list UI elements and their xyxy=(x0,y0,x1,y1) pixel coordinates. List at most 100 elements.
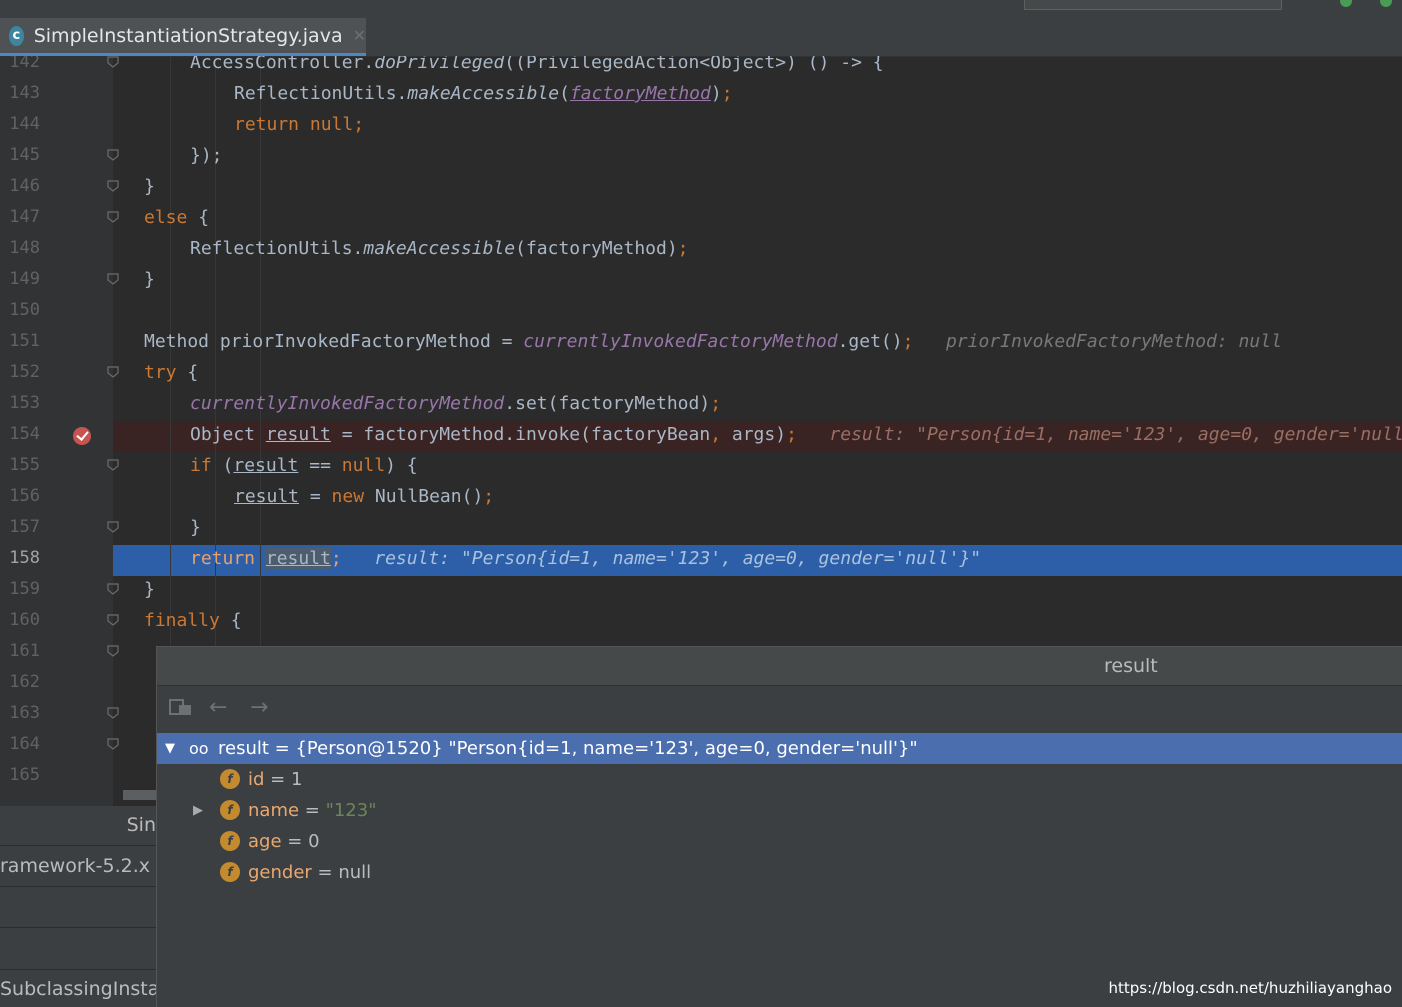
fold-marker-icon[interactable] xyxy=(107,180,119,192)
line-number: 161 xyxy=(9,641,40,661)
debug-icon[interactable] xyxy=(1380,0,1392,7)
code-text: return null; xyxy=(234,109,364,140)
structure-panel: Sin ramework-5.2.x [ SubclassingInstar xyxy=(0,806,156,1007)
fold-marker-icon[interactable] xyxy=(107,56,119,68)
code-token: currentlyInvokedFactoryMethod xyxy=(190,393,505,414)
fold-marker-icon[interactable] xyxy=(107,211,119,223)
code-token: ; xyxy=(902,331,914,352)
popup-title: result xyxy=(1104,655,1158,677)
code-token: else xyxy=(144,207,199,228)
code-text: else { xyxy=(144,202,209,233)
line-number: 142 xyxy=(9,56,40,72)
field-operator: = xyxy=(281,831,309,852)
code-line[interactable]: 155 if (result == null) { xyxy=(0,450,1402,481)
code-token: result xyxy=(265,424,331,445)
code-line[interactable]: 150 xyxy=(0,295,1402,326)
watermark-url: https://blog.csdn.net/huzhiliayanghao xyxy=(1108,979,1392,997)
code-text: } xyxy=(144,264,155,295)
code-line[interactable]: 154 Object result = factoryMethod.invoke(… xyxy=(0,419,1402,450)
code-token: if xyxy=(190,455,223,476)
line-number: 150 xyxy=(9,300,40,320)
root-var-value: = {Person@1520} "Person{id=1, name='123'… xyxy=(274,738,918,759)
code-line[interactable]: 146} xyxy=(0,171,1402,202)
code-token: ; xyxy=(710,393,722,414)
horizontal-scrollbar[interactable] xyxy=(123,790,156,800)
forward-arrow-icon[interactable]: → xyxy=(250,695,268,720)
code-line[interactable]: 157} xyxy=(0,512,1402,543)
line-number: 147 xyxy=(9,207,40,227)
fold-marker-icon[interactable] xyxy=(107,459,119,471)
fold-marker-icon[interactable] xyxy=(107,273,119,285)
code-token: { xyxy=(198,207,210,228)
fold-marker-icon[interactable] xyxy=(107,366,119,378)
line-number: 153 xyxy=(9,393,40,413)
code-token: }); xyxy=(190,145,223,166)
code-line[interactable]: 142 AccessController.doPrivileged((Privil… xyxy=(0,56,1402,78)
code-token: currentlyInvokedFactoryMethod xyxy=(523,331,838,352)
search-everywhere-box[interactable] xyxy=(1024,0,1282,10)
code-token: result xyxy=(234,486,300,507)
code-text: Object result = factoryMethod.invoke(fac… xyxy=(190,419,1402,450)
code-line[interactable]: 148 ReflectionUtils.makeAccessible(factor… xyxy=(0,233,1402,264)
code-token: .get() xyxy=(837,331,903,352)
field-operator: = xyxy=(299,800,326,821)
breakpoint-icon[interactable] xyxy=(73,427,91,445)
class-icon: c xyxy=(9,25,24,46)
tree-field-gender[interactable]: f gender = null xyxy=(157,857,1402,888)
code-line[interactable]: 149} xyxy=(0,264,1402,295)
code-token: ; xyxy=(483,486,495,507)
code-line[interactable]: 145}); xyxy=(0,140,1402,171)
side-panel-item[interactable]: ramework-5.2.x [ xyxy=(0,846,156,887)
line-number: 154 xyxy=(9,424,40,444)
back-arrow-icon[interactable]: ← xyxy=(209,695,227,720)
code-line[interactable]: 153 currentlyInvokedFactoryMethod.set(fac… xyxy=(0,388,1402,419)
line-number: 162 xyxy=(9,672,40,692)
code-line[interactable]: 152 try { xyxy=(0,357,1402,388)
expanded-arrow-icon[interactable]: ▼ xyxy=(165,733,175,764)
field-value: null xyxy=(338,862,372,883)
tree-root-result[interactable]: ▼ oo result = {Person@1520} "Person{id=1… xyxy=(157,733,1402,764)
code-token: , xyxy=(710,424,732,445)
tree-field-id[interactable]: f id = 1 xyxy=(157,764,1402,795)
close-icon[interactable]: ✕ xyxy=(353,26,366,45)
side-panel-item[interactable]: Sin xyxy=(0,806,156,846)
fold-marker-icon[interactable] xyxy=(107,707,119,719)
fold-marker-icon[interactable] xyxy=(107,645,119,657)
code-token: ; xyxy=(786,424,797,445)
tree-field-age[interactable]: f age = 0 xyxy=(157,826,1402,857)
collapsed-arrow-icon[interactable]: ▶ xyxy=(193,795,203,826)
side-panel-item[interactable]: SubclassingInstar xyxy=(0,969,156,1007)
code-token: Object xyxy=(190,424,266,445)
code-token: ReflectionUtils. xyxy=(190,238,364,259)
fold-marker-icon[interactable] xyxy=(107,738,119,750)
code-line[interactable]: 151 Method priorInvokedFactoryMethod = cu… xyxy=(0,326,1402,357)
tab-simpleinstantiationstrategy[interactable]: c SimpleInstantiationStrategy.java ✕ xyxy=(0,18,366,56)
run-icon[interactable] xyxy=(1340,0,1352,7)
line-number: 157 xyxy=(9,517,40,537)
fold-marker-icon[interactable] xyxy=(107,149,119,161)
code-line[interactable]: 158 return result; result: "Person{id=1, … xyxy=(0,543,1402,574)
code-line[interactable]: 159} xyxy=(0,574,1402,605)
code-line[interactable]: 144 return null; xyxy=(0,109,1402,140)
code-line[interactable]: 156 result = new NullBean(); xyxy=(0,481,1402,512)
code-text: result = new NullBean(); xyxy=(234,481,494,512)
tree-field-name[interactable]: ▶ f name = "123" xyxy=(157,795,1402,826)
code-token: return xyxy=(190,548,266,569)
side-panel-item[interactable] xyxy=(0,887,156,928)
popup-title-bar[interactable]: result xyxy=(157,647,1402,686)
line-number: 144 xyxy=(9,114,40,134)
code-line[interactable]: 160 finally { xyxy=(0,605,1402,636)
line-number: 145 xyxy=(9,145,40,165)
field-icon: f xyxy=(220,769,240,789)
code-token: priorInvokedFactoryMethod: null xyxy=(913,331,1282,352)
code-line[interactable]: 143 ReflectionUtils.makeAccessible(factor… xyxy=(0,78,1402,109)
code-token: ; xyxy=(677,238,689,259)
fold-marker-icon[interactable] xyxy=(107,614,119,626)
fold-marker-icon[interactable] xyxy=(107,583,119,595)
code-line[interactable]: 147 else { xyxy=(0,202,1402,233)
tree-icon[interactable] xyxy=(169,697,193,723)
code-token: (factoryMethod) xyxy=(515,238,678,259)
line-number: 158 xyxy=(9,548,40,568)
fold-marker-icon[interactable] xyxy=(107,521,119,533)
code-token: finally xyxy=(144,610,231,631)
